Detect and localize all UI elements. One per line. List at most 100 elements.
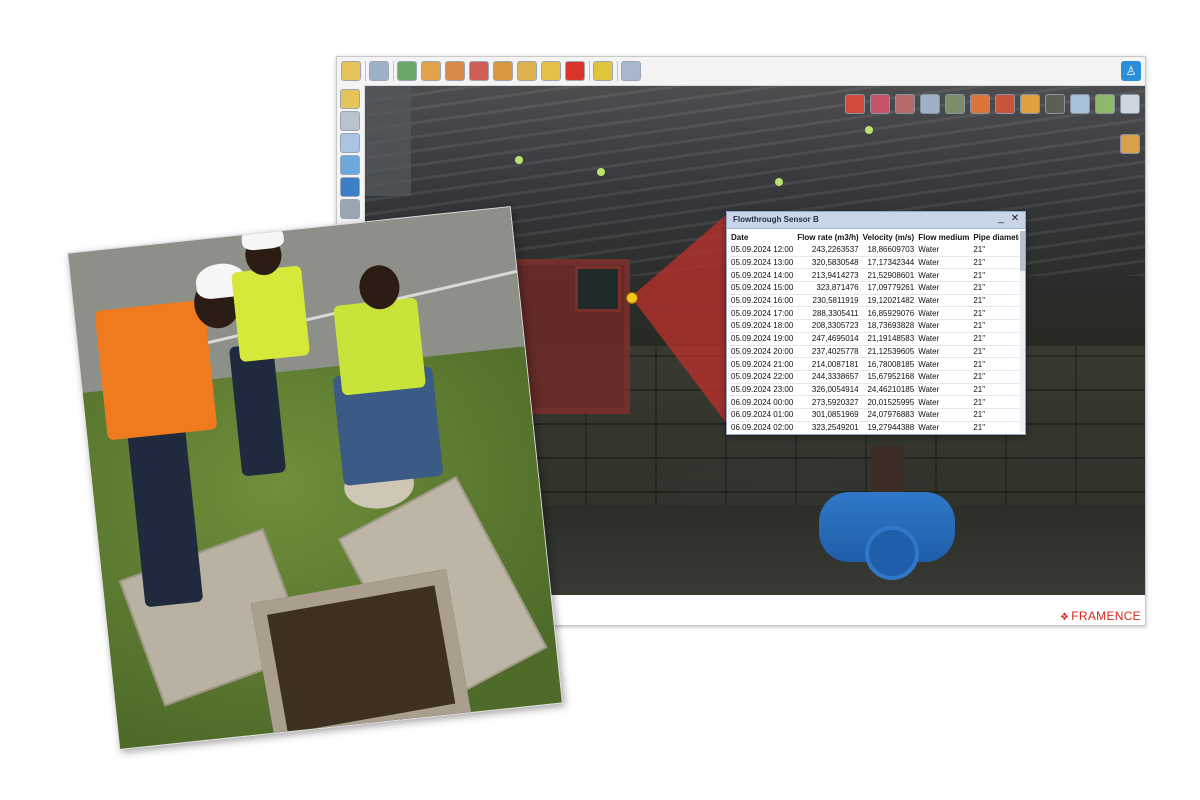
table-cell: 301,0851969 [795,408,861,422]
table-cell: 21" [971,383,1019,397]
sensor-hotspot-marker[interactable] [626,292,638,304]
table-cell: 15,67952168 [860,370,917,384]
table-cell: 21" [971,421,1019,432]
table-cell: 273,5920327 [795,395,861,409]
table-cell: 21" [971,357,1019,371]
table-row[interactable]: 05.09.2024 12:00 243,2263537 18,86609703 Wa… [729,244,1019,257]
table-cell: Water [916,244,972,257]
table-row[interactable]: 05.09.2024 13:00 320,5830548 17,17342344 Wa… [729,256,1019,270]
table-cell: 244,3338657 [795,370,861,384]
table-cell: 21,52908601 [860,268,917,283]
edit-icon[interactable] [541,61,561,81]
open-icon[interactable] [421,61,441,81]
image-icon[interactable] [469,61,489,81]
hand-cursor-icon[interactable] [340,111,360,131]
table-row[interactable]: 05.09.2024 19:00 247,4695014 21,19148583 Wa… [729,332,1019,346]
paint-icon[interactable] [1095,94,1115,114]
table-cell: 323,2549201 [795,421,861,432]
table-row[interactable]: 05.09.2024 20:00 237,4025778 21,12539605 Wa… [729,345,1019,359]
zoom-icon[interactable] [920,94,940,114]
table-cell: Water [916,408,972,422]
table-cell: Water [916,383,972,397]
table-row[interactable]: 06.09.2024 01:00 301,0851969 24,07976883 Wa… [729,408,1019,422]
table-cell: Water [916,281,972,295]
save-view-icon[interactable] [397,61,417,81]
eye-icon[interactable] [340,155,360,175]
shading-icon[interactable] [1045,94,1065,114]
map-icon[interactable] [340,177,360,197]
table-cell: 20,01525995 [860,395,917,409]
photos-icon[interactable] [493,61,513,81]
table-cell: 243,2263537 [795,244,861,257]
table-cell: 213,9414273 [795,268,861,283]
table-cell: 05.09.2024 23:00 [729,383,796,397]
table-cell: Water [916,268,972,283]
table-cell: 320,5830548 [795,256,861,270]
layers-icon[interactable] [445,61,465,81]
user-icon[interactable]: ♙ [1121,61,1141,81]
table-cell: 21" [971,281,1019,295]
minimize-button[interactable]: _ [995,213,1007,224]
table-row[interactable]: 05.09.2024 17:00 288,3305411 16,85929076 Wa… [729,306,1019,321]
close-view-icon[interactable] [1120,94,1140,114]
scrollbar-thumb[interactable] [1020,231,1025,271]
pencil-icon[interactable] [995,94,1015,114]
table-row[interactable]: 05.09.2024 15:00 323,871476 17,09779261 Wat… [729,281,1019,295]
logo-mark-icon: ❖ [1059,612,1070,623]
table-cell: 21" [971,395,1019,409]
table-row[interactable]: 05.09.2024 14:00 213,9414273 21,52908601 Wa… [729,268,1019,283]
column-header: Flow rate (m3/h) [797,233,859,242]
popup-titlebar[interactable]: Flowthrough Sensor B _ ✕ [727,212,1025,229]
table-cell: Water [916,294,972,308]
table-cell: 17,17342344 [860,256,917,270]
close-button[interactable]: ✕ [1009,213,1021,224]
popup-title: Flowthrough Sensor B [733,215,819,224]
stop-icon[interactable] [517,61,537,81]
print-icon[interactable] [369,61,389,81]
table-cell: 24,46210185 [860,383,917,397]
table-cell: 21" [971,370,1019,384]
table-cell: Water [916,319,972,333]
toolbar-separator [393,61,394,81]
ruler-icon[interactable] [340,89,360,109]
wrench-icon[interactable] [341,61,361,81]
logo-text: FRAMENCE [1071,609,1141,623]
table-cell: 19,27944388 [860,421,917,432]
toolbar-separator [365,61,366,81]
table-cell: 06.09.2024 00:00 [729,395,796,409]
delete-icon[interactable] [565,61,585,81]
search-icon[interactable] [621,61,641,81]
table-row[interactable]: 06.09.2024 02:00 323,2549201 19,27944388 Wa… [729,421,1019,432]
table-cell: 21" [971,332,1019,346]
table-cell: 05.09.2024 20:00 [729,345,796,359]
route-icon[interactable] [945,94,965,114]
table-row[interactable]: 05.09.2024 18:00 208,3305723 18,73693828 Wa… [729,319,1019,333]
table-body: 05.09.2024 12:00 243,2263537 18,86609703 Wa… [729,244,1019,432]
table-cell: 214,0087181 [795,357,861,371]
table-cell: 288,3305411 [795,306,861,321]
table-row[interactable]: 05.09.2024 22:00 244,3338657 15,67952168 Wa… [729,370,1019,384]
table-cell: Water [916,357,972,371]
table-row[interactable]: 05.09.2024 23:00 326,0054914 24,46210185 Wa… [729,383,1019,397]
table-cell: 21" [971,268,1019,283]
network-icon[interactable] [870,94,890,114]
chart-icon[interactable] [970,94,990,114]
table-row[interactable]: 06.09.2024 00:00 273,5920327 20,01525995 Wa… [729,395,1019,409]
table-cell: Water [916,306,972,321]
layers-icon[interactable] [1070,94,1090,114]
camera-icon[interactable] [593,61,613,81]
grid-icon[interactable] [340,199,360,219]
edit-palette-icon[interactable] [1120,134,1140,154]
table-cell: 18,86609703 [860,244,917,257]
table-cell: Water [916,370,972,384]
table-cell: 18,73693828 [860,319,917,333]
table-row[interactable]: 05.09.2024 21:00 214,0087181 16,78008185 Wa… [729,357,1019,371]
eraser-icon[interactable] [340,133,360,153]
table-row[interactable]: 05.09.2024 16:00 230,5811919 19,12021482 Wa… [729,294,1019,308]
table-cell: 16,85929076 [860,306,917,321]
sensor-table-container: Date Flow rate (m3/h) Velocity (m/s) Flo… [729,231,1019,432]
location-pin-icon[interactable] [845,94,865,114]
sensor-data-popup[interactable]: Flowthrough Sensor B _ ✕ Date Flow rate … [726,211,1026,435]
marker-icon[interactable] [1020,94,1040,114]
measure-icon[interactable] [895,94,915,114]
